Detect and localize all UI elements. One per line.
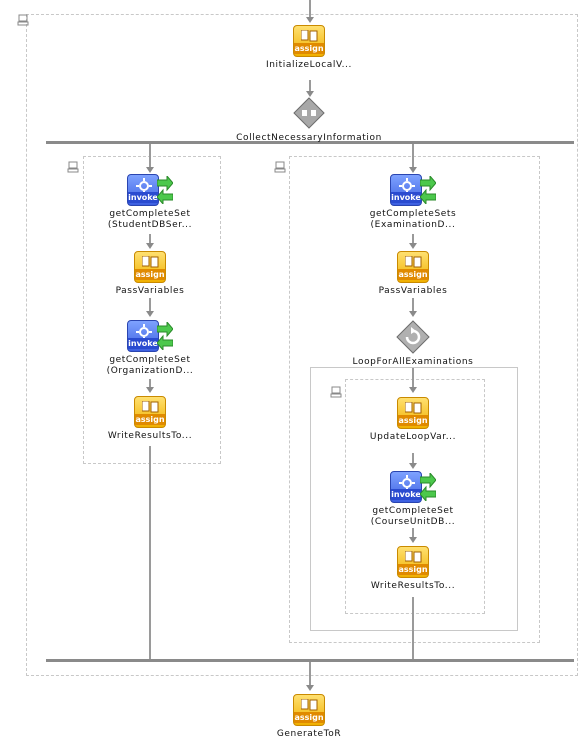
arrow-head — [306, 685, 314, 691]
activity-label: getCompleteSet — [109, 209, 191, 219]
connector — [412, 298, 414, 312]
assign-icon: assign — [293, 694, 325, 726]
scope-icon[interactable] — [67, 161, 79, 173]
activity-label: getCompleteSet — [372, 506, 454, 516]
invoke-type-text: invoke — [128, 192, 158, 203]
activity-label: InitializeLocalV... — [266, 60, 352, 70]
arrow-head — [146, 387, 154, 393]
arrow-head — [146, 243, 154, 249]
assign-icon: assign — [134, 251, 166, 283]
assign-icon: assign — [397, 546, 429, 578]
connector — [149, 446, 151, 660]
assign-activity-write-left[interactable]: assign WriteResultsTo... — [70, 396, 230, 442]
arrow-head — [409, 243, 417, 249]
activity-label: LoopForAllExaminations — [352, 357, 474, 367]
activity-label: getCompleteSet — [109, 355, 191, 365]
activity-label: WriteResultsTo... — [107, 431, 193, 441]
activity-label: CollectNecessaryInformation — [236, 133, 382, 143]
connector — [149, 144, 151, 168]
assign-activity-passvariables-right[interactable]: assign PassVariables — [333, 251, 493, 297]
activity-sublabel: (StudentDBSer... — [107, 220, 193, 230]
connector — [412, 144, 414, 168]
invoke-activity-courseunit[interactable]: invoke getCompleteSet (CourseUnitDB... — [333, 471, 493, 528]
loop-diamond-icon — [396, 320, 430, 354]
activity-label: PassVariables — [378, 286, 448, 296]
flow-activity-collect[interactable]: CollectNecessaryInformation — [229, 96, 389, 144]
assign-type-text: assign — [398, 269, 428, 280]
invoke-icon: invoke — [390, 174, 436, 206]
invoke-type-text: invoke — [128, 338, 158, 349]
connector — [412, 597, 414, 660]
scope-icon[interactable] — [274, 161, 286, 173]
invoke-activity-organization[interactable]: invoke getCompleteSet (OrganizationD... — [70, 320, 230, 377]
assign-type-text: assign — [398, 415, 428, 426]
assign-type-text: assign — [135, 269, 165, 280]
while-activity-loop[interactable]: LoopForAllExaminations — [333, 320, 493, 368]
connector — [309, 662, 311, 686]
arrow-head — [146, 311, 154, 317]
invoke-icon: invoke — [127, 174, 173, 206]
arrow-head — [409, 387, 417, 393]
assign-activity-write-inner[interactable]: assign WriteResultsTo... — [333, 546, 493, 592]
assign-icon: assign — [293, 25, 325, 57]
arrow-head — [409, 537, 417, 543]
invoke-type-text: invoke — [391, 192, 421, 203]
scope-icon[interactable] — [17, 14, 29, 26]
activity-label: WriteResultsTo... — [370, 581, 456, 591]
assign-type-text: assign — [294, 43, 324, 54]
invoke-type-text: invoke — [391, 489, 421, 500]
activity-label: getCompleteSets — [369, 209, 457, 219]
activity-sublabel: (ExaminationD... — [370, 220, 456, 230]
invoke-activity-examination[interactable]: invoke getCompleteSets (ExaminationD... — [333, 174, 493, 231]
activity-sublabel: (OrganizationD... — [106, 366, 194, 376]
invoke-activity-student[interactable]: invoke getCompleteSet (StudentDBSer... — [70, 174, 230, 231]
connector — [412, 368, 414, 388]
assign-type-text: assign — [135, 414, 165, 425]
assign-icon: assign — [397, 397, 429, 429]
activity-label: UpdateLoopVar... — [369, 432, 457, 442]
invoke-icon: invoke — [127, 320, 173, 352]
assign-icon: assign — [397, 251, 429, 283]
arrow-head — [409, 311, 417, 317]
assign-activity-passvariables-left[interactable]: assign PassVariables — [70, 251, 230, 297]
arrow-head — [306, 17, 314, 23]
assign-activity-initialize[interactable]: assign InitializeLocalV... — [229, 25, 389, 71]
connector — [309, 0, 311, 18]
assign-activity-generatetor[interactable]: assign GenerateToR — [229, 694, 389, 740]
arrow-head — [146, 167, 154, 173]
arrow-head — [409, 167, 417, 173]
flow-diamond-icon — [293, 97, 325, 129]
bpel-process-diagram: assign InitializeLocalV... CollectNecess… — [0, 0, 580, 740]
connector — [149, 298, 151, 312]
arrow-head — [409, 463, 417, 469]
assign-activity-updateloopvar[interactable]: assign UpdateLoopVar... — [333, 397, 493, 443]
activity-sublabel: (CourseUnitDB... — [370, 517, 456, 527]
invoke-icon: invoke — [390, 471, 436, 503]
assign-type-text: assign — [398, 564, 428, 575]
assign-type-text: assign — [294, 712, 324, 723]
activity-label: PassVariables — [115, 286, 185, 296]
activity-label: GenerateToR — [276, 729, 342, 739]
assign-icon: assign — [134, 396, 166, 428]
